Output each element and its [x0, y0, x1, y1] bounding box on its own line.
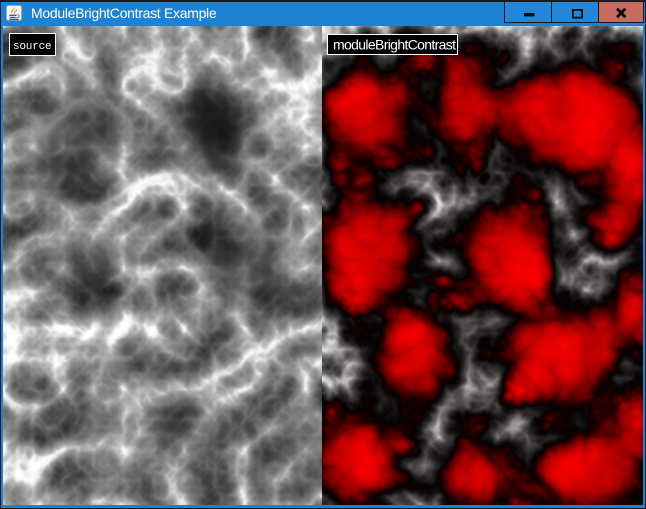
svg-text:source: source [13, 41, 51, 53]
svg-text:moduleBrightContrast: moduleBrightContrast [333, 37, 456, 53]
